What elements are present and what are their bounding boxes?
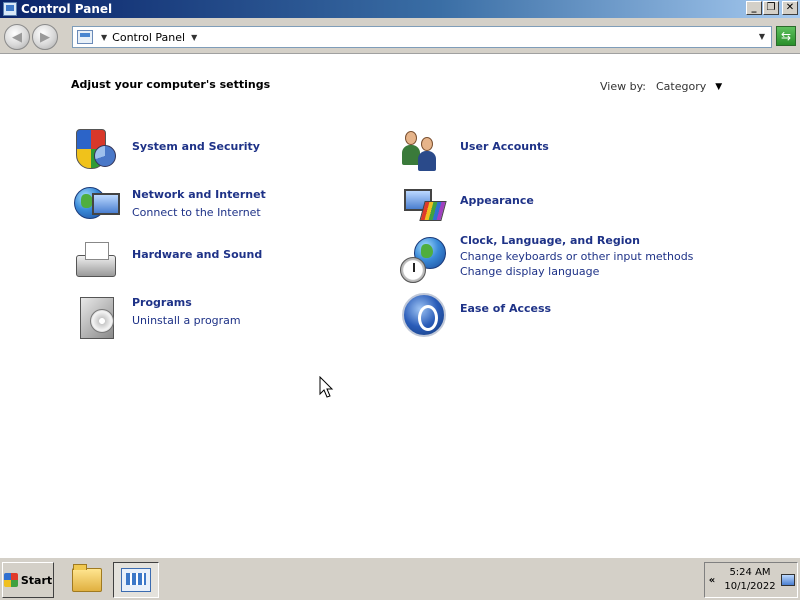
minimize-button[interactable]: _ [746, 1, 762, 15]
category-link[interactable]: Change keyboards or other input methods [460, 249, 693, 264]
refresh-icon: ⇆ [780, 29, 792, 43]
printer-icon[interactable] [72, 239, 124, 291]
network-globe-icon[interactable] [72, 183, 124, 235]
back-arrow-icon: ◀ [12, 29, 22, 45]
restore-button[interactable]: ❐ [763, 1, 779, 15]
folder-icon [72, 564, 102, 592]
category-title[interactable]: Clock, Language, and Region [460, 234, 693, 248]
category-user-accounts: User Accounts [400, 127, 549, 179]
tray-date: 10/1/2022 [724, 581, 776, 592]
windows-logo-icon [3, 573, 18, 587]
category-title[interactable]: Network and Internet [132, 188, 266, 202]
category-title[interactable]: Hardware and Sound [132, 248, 262, 262]
category-network-internet: Network and Internet Connect to the Inte… [72, 183, 266, 235]
appearance-palette-icon[interactable] [400, 183, 452, 235]
show-hidden-icons-button[interactable]: « [705, 575, 719, 586]
network-status-icon[interactable] [781, 574, 795, 586]
category-title[interactable]: User Accounts [460, 140, 549, 154]
category-appearance: Appearance [400, 183, 534, 235]
breadcrumb-control-panel[interactable]: Control Panel [112, 31, 185, 44]
programs-disc-icon[interactable] [72, 291, 124, 343]
page-heading: Adjust your computer's settings [71, 78, 271, 91]
refresh-button[interactable]: ⇆ [776, 26, 796, 46]
taskbar-explorer-button[interactable] [64, 562, 110, 598]
tray-clock[interactable]: 5:24 AM 10/1/2022 [719, 566, 781, 594]
breadcrumb-dropdown-icon[interactable]: ▼ [191, 33, 197, 42]
control-panel-icon [121, 568, 151, 592]
category-clock-language-region: Clock, Language, and Region Change keybo… [400, 233, 693, 285]
tray-time: 5:24 AM [729, 567, 771, 578]
category-title[interactable]: Appearance [460, 194, 534, 208]
view-by-label: View by: [600, 80, 646, 93]
address-bar[interactable]: ▼ Control Panel ▼ ▼ [72, 26, 772, 48]
category-ease-of-access: Ease of Access [400, 289, 551, 341]
category-programs: Programs Uninstall a program [72, 291, 241, 343]
category-system-security: System and Security [72, 127, 260, 179]
start-label: Start [20, 573, 53, 587]
taskbar-control-panel-button[interactable] [113, 562, 159, 598]
start-button[interactable]: Start [2, 562, 54, 598]
category-title[interactable]: Programs [132, 296, 241, 310]
back-button[interactable]: ◀ [4, 24, 30, 50]
window-title: Control Panel [21, 2, 113, 16]
address-history-dropdown-icon[interactable]: ▼ [759, 32, 765, 41]
shield-icon[interactable] [72, 127, 124, 179]
users-icon[interactable] [400, 127, 452, 179]
forward-arrow-icon: ▶ [40, 29, 50, 45]
view-by-dropdown[interactable]: Category [656, 80, 706, 93]
breadcrumb-separator-icon[interactable]: ▼ [101, 33, 107, 42]
title-bar[interactable]: Control Panel _ ❐ ✕ [0, 0, 800, 18]
window-controls: _ ❐ ✕ [746, 1, 798, 15]
system-tray: « 5:24 AM 10/1/2022 [704, 562, 798, 598]
view-by-caret-icon[interactable]: ▼ [715, 82, 722, 92]
control-panel-icon [77, 30, 93, 44]
forward-button[interactable]: ▶ [32, 24, 58, 50]
taskbar: Start « 5:24 AM 10/1/2022 [0, 557, 800, 600]
view-by: View by: Category ▼ [600, 80, 722, 93]
content-area: Adjust your computer's settings View by:… [0, 55, 800, 557]
address-toolbar: ◀ ▶ ▼ Control Panel ▼ ▼ ⇆ [0, 18, 800, 54]
category-hardware-sound: Hardware and Sound [72, 239, 262, 291]
control-panel-icon [3, 2, 17, 16]
category-title[interactable]: System and Security [132, 140, 260, 154]
category-title[interactable]: Ease of Access [460, 302, 551, 316]
category-link[interactable]: Connect to the Internet [132, 205, 266, 220]
category-link[interactable]: Uninstall a program [132, 313, 241, 328]
clock-globe-icon[interactable] [400, 233, 452, 285]
close-button[interactable]: ✕ [782, 1, 798, 15]
category-link[interactable]: Change display language [460, 264, 693, 279]
ease-of-access-icon[interactable] [400, 289, 452, 341]
